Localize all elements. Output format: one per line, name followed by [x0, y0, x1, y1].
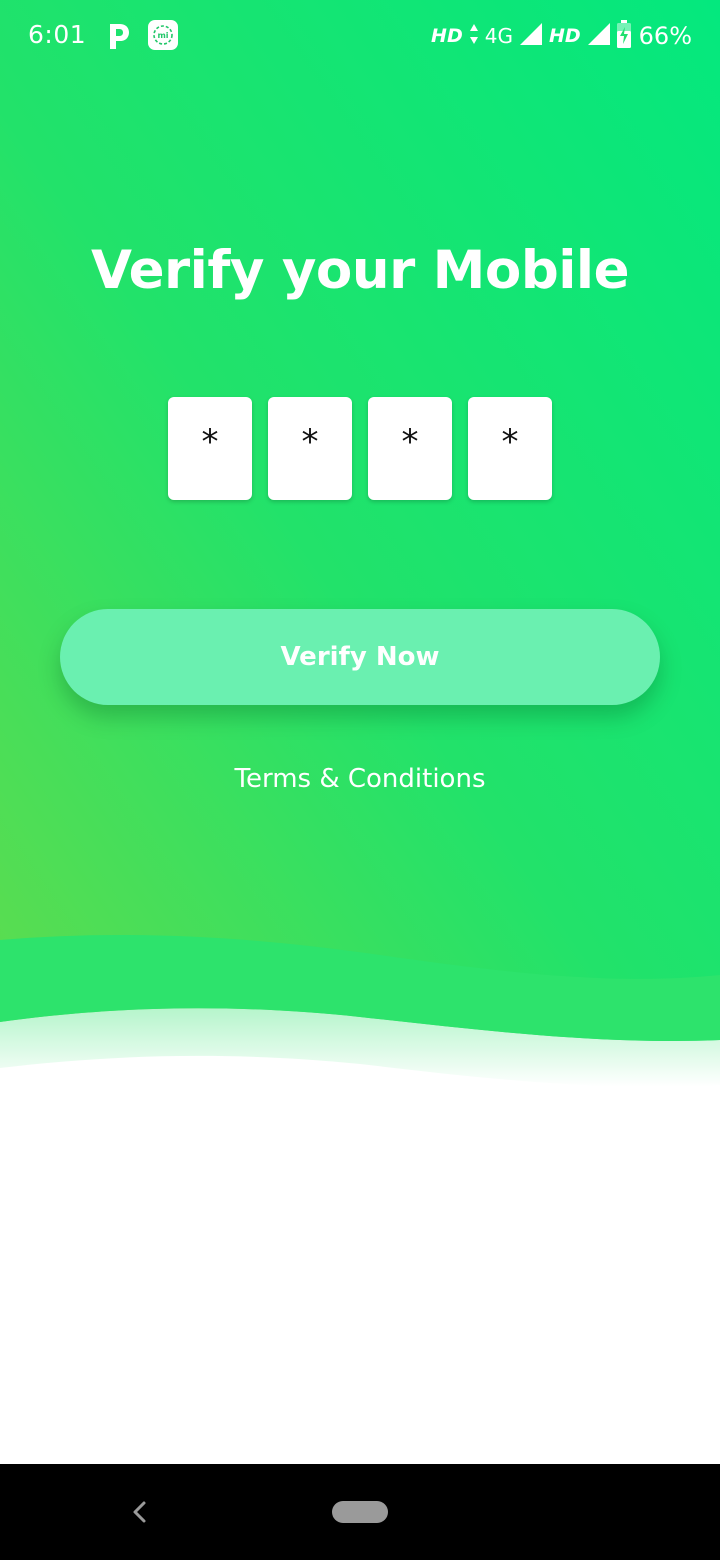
navigation-bar	[0, 1464, 720, 1560]
pin-digit-2[interactable]: *	[268, 397, 352, 500]
home-pill-icon[interactable]	[332, 1501, 388, 1523]
status-indicators: HD 4G HD 66%	[431, 18, 692, 54]
status-bar: 6:01 mi HD 4G HD 66%	[0, 0, 720, 72]
pin-digit-1[interactable]: *	[168, 397, 252, 500]
terms-conditions-link[interactable]: Terms & Conditions	[0, 764, 720, 794]
back-icon[interactable]	[122, 1494, 158, 1530]
page-title: Verify your Mobile	[90, 240, 630, 301]
signal-icon-2	[587, 22, 611, 51]
pin-digit-4[interactable]: *	[468, 397, 552, 500]
battery-charging-icon	[616, 19, 631, 53]
pin-digit-3[interactable]: *	[368, 397, 452, 500]
pin-input-row: * * * *	[168, 397, 552, 500]
verify-now-button[interactable]: Verify Now	[60, 609, 660, 705]
hero-background	[0, 0, 720, 1100]
network-type: 4G	[484, 24, 513, 48]
mi-app-icon: mi	[148, 20, 178, 50]
signal-icon	[519, 22, 543, 51]
data-arrows-icon	[469, 23, 479, 50]
status-time: 6:01	[28, 20, 87, 49]
hd-label-2: HD	[548, 25, 581, 47]
svg-text:mi: mi	[157, 31, 168, 40]
hd-label: HD	[431, 25, 463, 47]
p-app-icon	[104, 20, 132, 52]
battery-percent: 66%	[638, 22, 692, 50]
